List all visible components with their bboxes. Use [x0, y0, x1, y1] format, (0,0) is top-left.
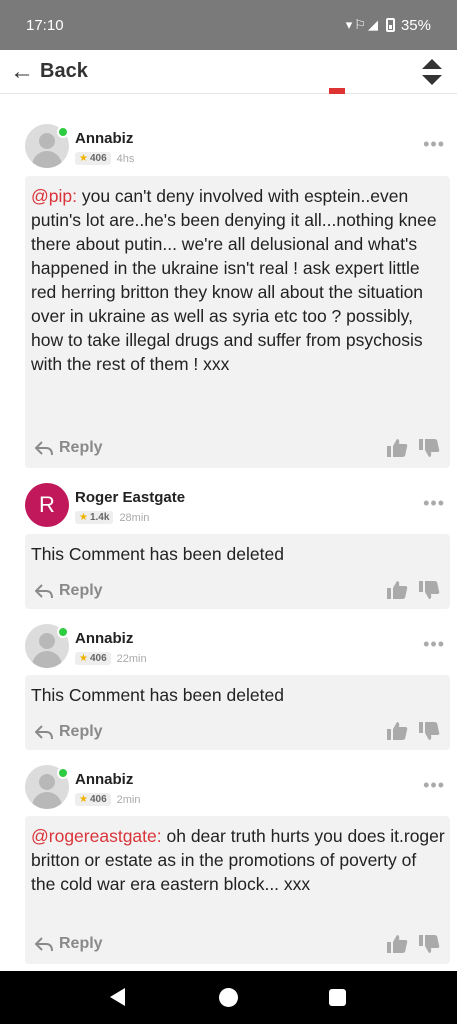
reply-button[interactable]: Reply — [35, 439, 103, 457]
reply-arrow-icon — [35, 725, 53, 740]
online-indicator — [57, 626, 69, 638]
comment-item: Annabiz ★ 406 4hs ••• @pip: you can't den… — [0, 122, 457, 472]
star-icon: ★ — [79, 794, 88, 805]
thumbs-down-icon[interactable] — [418, 438, 440, 458]
more-options-icon[interactable]: ••• — [423, 493, 445, 514]
comment-time: 28min — [119, 511, 150, 524]
status-time: 17:10 — [26, 16, 64, 34]
thumbs-up-icon[interactable] — [386, 934, 408, 954]
comment-text: @pip: you can't deny involved with espte… — [31, 184, 445, 376]
avatar-initial: R — [39, 492, 55, 517]
mention-link[interactable]: @rogereastgate: — [31, 826, 162, 846]
star-icon: ★ — [79, 153, 88, 164]
system-nav-bar — [0, 971, 457, 1024]
reply-label: Reply — [59, 723, 103, 740]
more-options-icon[interactable]: ••• — [423, 775, 445, 796]
comment-author[interactable]: Annabiz — [75, 630, 133, 647]
thumbs-up-icon[interactable] — [386, 580, 408, 600]
online-indicator — [57, 767, 69, 779]
rank-badge: ★ 406 — [75, 793, 111, 806]
comment-bubble: This Comment has been deleted Reply — [25, 534, 450, 609]
rank-value: 1.4k — [89, 512, 110, 523]
arrow-left-icon: ← — [10, 57, 34, 85]
comment-author[interactable]: Annabiz — [75, 771, 133, 788]
reply-label: Reply — [59, 935, 103, 952]
back-button[interactable]: ← Back — [10, 57, 88, 85]
reply-arrow-icon — [35, 441, 53, 456]
nav-home-icon[interactable] — [219, 988, 238, 1007]
vote-controls — [386, 580, 440, 600]
comment-meta: ★ 406 2min — [75, 793, 141, 806]
avatar[interactable]: R — [25, 483, 69, 527]
comment-time: 22min — [116, 652, 147, 665]
thumbs-up-icon[interactable] — [386, 438, 408, 458]
rank-badge: ★ 406 — [75, 652, 111, 665]
thumbs-down-icon[interactable] — [418, 580, 440, 600]
comment-time: 4hs — [116, 152, 135, 165]
more-options-icon[interactable]: ••• — [423, 134, 445, 155]
nav-recents-icon[interactable] — [329, 989, 346, 1006]
comment-text: This Comment has been deleted — [31, 544, 284, 564]
comment-meta: ★ 406 4hs — [75, 152, 134, 165]
reply-button[interactable]: Reply — [35, 582, 103, 600]
thumbs-up-icon[interactable] — [386, 721, 408, 741]
reply-label: Reply — [59, 439, 103, 456]
nav-back-icon[interactable] — [110, 988, 125, 1006]
comment-text: This Comment has been deleted — [31, 685, 284, 705]
reply-arrow-icon — [35, 937, 53, 952]
reply-label: Reply — [59, 582, 103, 599]
comment-bubble: This Comment has been deleted Reply — [25, 675, 450, 750]
signal-wifi-icons: ▾⚐◢ — [345, 17, 380, 32]
reply-button[interactable]: Reply — [35, 935, 103, 953]
thumbs-down-icon[interactable] — [418, 721, 440, 741]
vote-controls — [386, 438, 440, 458]
comment-author[interactable]: Roger Eastgate — [75, 489, 185, 506]
comment-meta: ★ 406 22min — [75, 652, 147, 665]
comment-body: you can't deny involved with esptein..ev… — [31, 186, 437, 374]
status-bar: 17:10 ▾⚐◢ 35% — [0, 0, 457, 50]
comment-author[interactable]: Annabiz — [75, 130, 133, 147]
battery-percent: 35% — [400, 16, 431, 34]
comment-item: Annabiz ★ 406 2min ••• @rogereastgate: oh… — [0, 763, 457, 968]
reply-button[interactable]: Reply — [35, 723, 103, 741]
back-label: Back — [40, 60, 88, 82]
vote-controls — [386, 721, 440, 741]
star-icon: ★ — [79, 653, 88, 664]
comment-meta: ★ 1.4k 28min — [75, 511, 149, 524]
star-icon: ★ — [79, 512, 88, 523]
more-options-icon[interactable]: ••• — [423, 634, 445, 655]
thumbs-down-icon[interactable] — [418, 934, 440, 954]
previous-comment-mark — [329, 88, 345, 94]
rank-badge: ★ 406 — [75, 152, 111, 165]
comment-bubble: @rogereastgate: oh dear truth hurts you … — [25, 816, 450, 964]
battery-icon — [385, 18, 395, 32]
comment-item: R Roger Eastgate ★ 1.4k 28min ••• This Co… — [0, 481, 457, 611]
previous-comment-actions — [25, 88, 450, 100]
rank-value: 406 — [89, 653, 107, 664]
rank-value: 406 — [89, 794, 107, 805]
comment-item: Annabiz ★ 406 22min ••• This Comment has … — [0, 622, 457, 752]
status-indicators: ▾⚐◢ 35% — [346, 17, 431, 34]
online-indicator — [57, 126, 69, 138]
reply-arrow-icon — [35, 584, 53, 599]
comment-bubble: @pip: you can't deny involved with espte… — [25, 176, 450, 468]
vote-controls — [386, 934, 440, 954]
rank-badge: ★ 1.4k — [75, 511, 114, 524]
comment-time: 2min — [116, 793, 141, 806]
rank-value: 406 — [89, 153, 107, 164]
sort-updown-icon[interactable] — [421, 57, 443, 87]
mention-link[interactable]: @pip: — [31, 186, 77, 206]
comment-text: @rogereastgate: oh dear truth hurts you … — [31, 824, 445, 896]
